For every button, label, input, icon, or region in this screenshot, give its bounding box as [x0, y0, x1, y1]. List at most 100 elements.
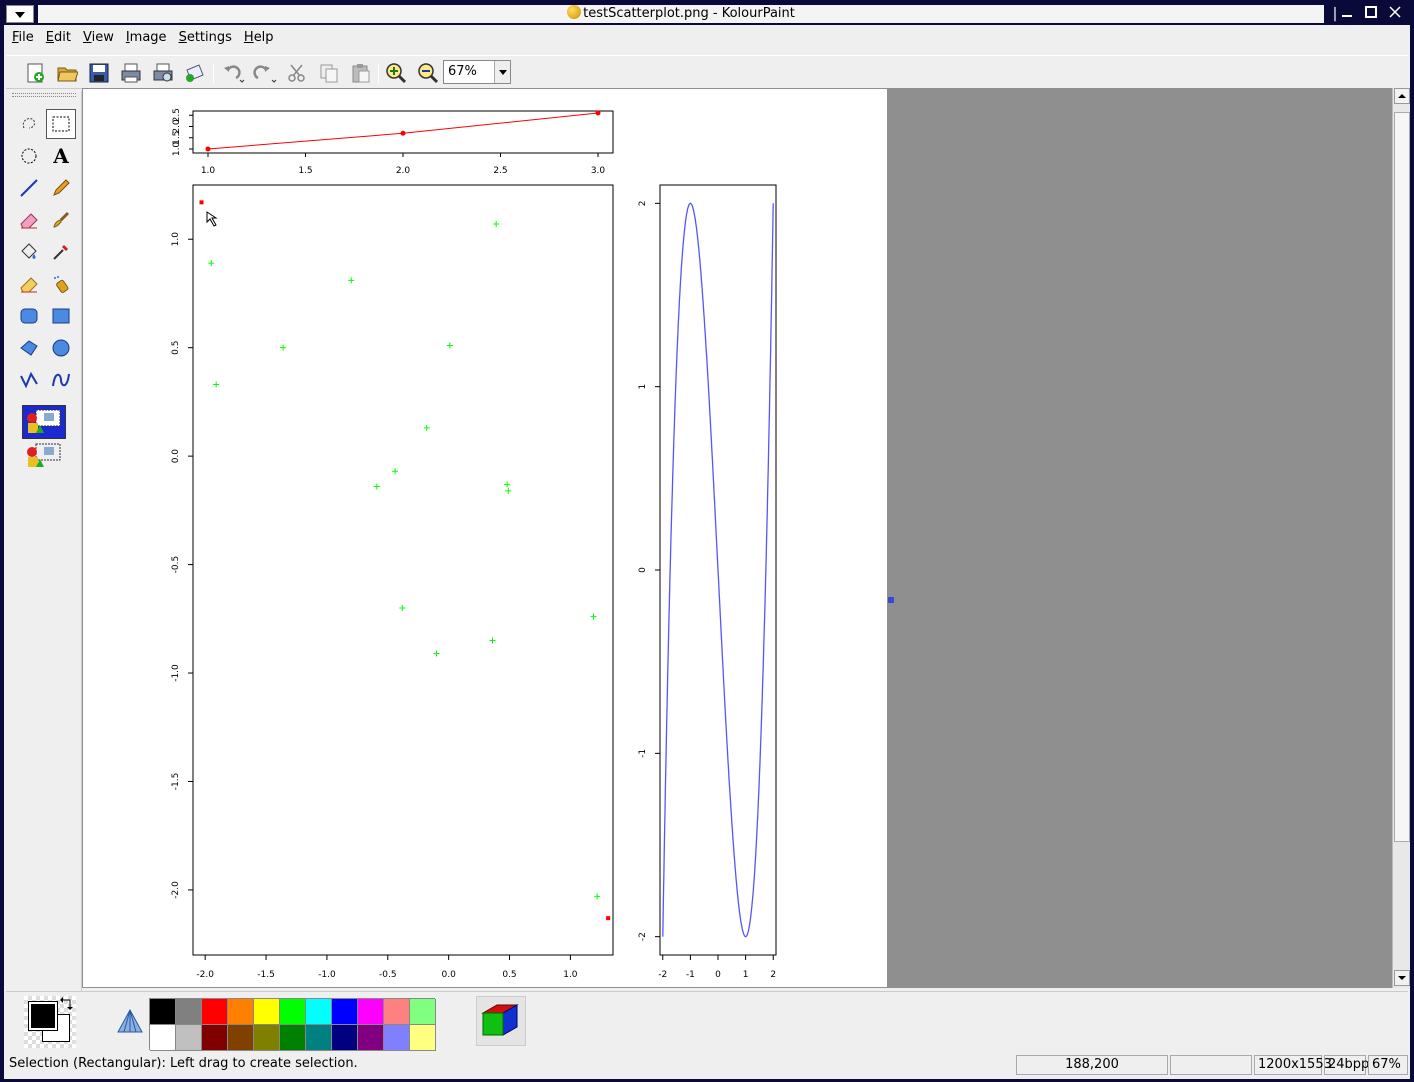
palette-color-swatch[interactable] — [306, 999, 332, 1025]
scroll-up-button[interactable] — [1394, 88, 1410, 104]
data-point — [595, 110, 601, 116]
polygon-icon — [20, 340, 38, 356]
rectangle-tool[interactable] — [46, 301, 76, 331]
undo-icon — [224, 65, 245, 83]
print-preview-icon — [153, 63, 173, 82]
transparent-selection-option[interactable] — [22, 439, 66, 473]
foreground-color[interactable] — [28, 1001, 58, 1031]
menu-help[interactable]: Help — [238, 28, 280, 50]
undo-button[interactable] — [220, 61, 246, 85]
print-button[interactable] — [118, 61, 144, 85]
palette-color-swatch[interactable] — [254, 1025, 280, 1051]
palette-color-swatch[interactable] — [410, 999, 436, 1025]
pencil-tool[interactable] — [46, 173, 76, 203]
color-eraser-icon — [20, 277, 38, 293]
save-button[interactable] — [86, 61, 112, 85]
cut-button[interactable] — [284, 61, 310, 85]
rectangle-icon — [52, 308, 70, 324]
palette-color-swatch[interactable] — [254, 999, 280, 1025]
palette-color-swatch[interactable] — [150, 1025, 176, 1051]
color-similarity-button[interactable] — [116, 1008, 144, 1040]
opaque-selection-option[interactable] — [22, 405, 66, 439]
data-point — [205, 146, 211, 152]
arrow-up-icon — [1398, 94, 1406, 98]
rounded-rect-tool[interactable] — [14, 301, 44, 331]
polygon-tool[interactable] — [14, 333, 44, 363]
status-cursor-position: 188,200 — [1016, 1055, 1168, 1075]
brush-tool[interactable] — [46, 205, 76, 235]
flood-fill-tool[interactable] — [14, 237, 44, 267]
print-preview-button[interactable] — [150, 61, 176, 85]
text-tool-icon: A — [53, 144, 69, 168]
eraser-tool[interactable] — [14, 205, 44, 235]
palette-color-swatch[interactable] — [280, 999, 306, 1025]
palette-color-swatch[interactable] — [358, 999, 384, 1025]
line-tool[interactable] — [14, 173, 44, 203]
close-button[interactable] — [1384, 5, 1406, 23]
toolbox-grip[interactable] — [12, 93, 76, 97]
maximize-button[interactable] — [1360, 5, 1382, 23]
redo-button[interactable] — [252, 61, 278, 85]
canvas-scroll-area: 1.0 1.5 2.0 2.5 3.0 1.0 1.5 2.0 2.5 -2.0 -1.5 -1.… — [82, 88, 1392, 988]
color-picker-tool[interactable] — [46, 237, 76, 267]
minimize-button[interactable] — [1336, 5, 1358, 23]
scatter-point — [392, 468, 399, 475]
ellipse-tool[interactable] — [46, 333, 76, 363]
scroll-down-button[interactable] — [1394, 970, 1410, 986]
new-button[interactable] — [22, 61, 48, 85]
y-tick-label: 1.0 — [171, 232, 181, 247]
resize-handle[interactable] — [888, 597, 894, 603]
palette-color-swatch[interactable] — [150, 999, 176, 1025]
palette-color-swatch[interactable] — [228, 1025, 254, 1051]
palette-color-swatch[interactable] — [358, 1025, 384, 1051]
chevron-down-icon[interactable] — [494, 61, 510, 83]
window-title-area[interactable]: testScatterplot.png - KolourPaint — [38, 5, 1324, 23]
open-button[interactable] — [54, 61, 80, 85]
copy-button[interactable] — [316, 61, 342, 85]
palette-color-swatch[interactable] — [228, 999, 254, 1025]
palette-color-swatch[interactable] — [202, 1025, 228, 1051]
ellipse-select-tool[interactable] — [14, 141, 44, 171]
y-tick-label: 0 — [638, 567, 648, 573]
palette-color-swatch[interactable] — [384, 999, 410, 1025]
menu-edit[interactable]: Edit — [40, 28, 77, 50]
spraycan-tool[interactable] — [46, 269, 76, 299]
mail-button[interactable] — [182, 61, 208, 85]
polyline-tool[interactable] — [14, 365, 44, 395]
curve-tool[interactable] — [46, 365, 76, 395]
rect-select-tool[interactable] — [46, 109, 76, 139]
x-tick-label: -2 — [658, 970, 667, 980]
palette-color-swatch[interactable] — [202, 999, 228, 1025]
paste-button[interactable] — [348, 61, 374, 85]
color-tool-button[interactable] — [476, 996, 526, 1046]
text-tool[interactable]: A — [46, 141, 76, 171]
palette-color-swatch[interactable] — [332, 999, 358, 1025]
window-menu-button[interactable] — [6, 5, 34, 23]
zoom-combo[interactable]: 67% — [443, 60, 511, 84]
palette-color-swatch[interactable] — [384, 1025, 410, 1051]
menu-view[interactable]: View — [77, 28, 120, 50]
fg-bg-color-selector[interactable] — [24, 996, 76, 1048]
tool-box: A — [6, 91, 82, 991]
scatter-point — [373, 483, 380, 490]
palette-color-swatch[interactable] — [410, 1025, 436, 1051]
image-canvas[interactable]: 1.0 1.5 2.0 2.5 3.0 1.0 1.5 2.0 2.5 -2.0 -1.5 -1.… — [83, 89, 887, 987]
palette-color-swatch[interactable] — [332, 1025, 358, 1051]
zoom-in-button[interactable] — [383, 61, 409, 85]
highlighted-point — [199, 200, 204, 205]
menu-image[interactable]: Image — [120, 28, 173, 50]
palette-color-swatch[interactable] — [176, 1025, 202, 1051]
maximize-icon — [1365, 6, 1377, 18]
scatter-points — [199, 200, 611, 921]
menu-file[interactable]: File — [6, 28, 40, 50]
palette-color-swatch[interactable] — [280, 1025, 306, 1051]
free-form-select-tool[interactable] — [14, 109, 44, 139]
menu-settings[interactable]: Settings — [173, 28, 238, 50]
vertical-scrollbar[interactable] — [1392, 88, 1410, 988]
palette-color-swatch[interactable] — [306, 1025, 332, 1051]
palette-color-swatch[interactable] — [176, 999, 202, 1025]
zoom-out-button[interactable] — [415, 61, 441, 85]
toolbar-separator — [213, 64, 214, 84]
scroll-thumb[interactable] — [1394, 112, 1410, 842]
color-eraser-tool[interactable] — [14, 269, 44, 299]
